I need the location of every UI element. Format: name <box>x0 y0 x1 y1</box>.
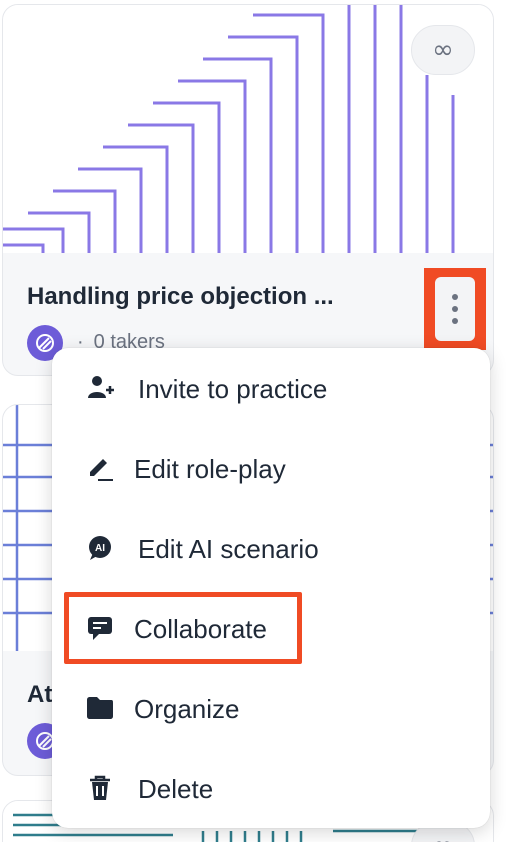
menu-item-label: Organize <box>134 694 240 724</box>
kebab-dot <box>452 318 458 324</box>
svg-text:AI: AI <box>95 543 105 554</box>
menu-item-invite[interactable]: Invite to practice <box>52 348 490 428</box>
kebab-dot <box>452 294 458 300</box>
menu-item-label: Invite to practice <box>138 374 328 404</box>
more-options-button[interactable] <box>435 277 475 341</box>
person-add-icon <box>86 374 114 402</box>
card-title[interactable]: Handling price objection ... <box>27 283 407 311</box>
unlimited-badge: ∞ <box>411 25 475 75</box>
menu-item-delete[interactable]: Delete <box>52 748 490 828</box>
menu-item-label: Edit AI scenario <box>138 534 319 564</box>
menu-item-organize[interactable]: Organize <box>52 668 490 748</box>
ai-chat-icon: AI <box>86 534 114 562</box>
menu-item-label: Edit role-play <box>134 454 286 484</box>
infinity-icon: ∞ <box>432 35 454 65</box>
menu-item-edit-ai-scenario[interactable]: AI Edit AI scenario <box>52 508 490 588</box>
menu-item-edit-roleplay[interactable]: Edit role-play <box>52 428 490 508</box>
menu-item-label: Delete <box>138 774 214 804</box>
collaborate-highlight <box>64 592 302 664</box>
more-options-highlight <box>424 268 486 350</box>
folder-icon <box>86 694 114 722</box>
trash-icon <box>86 774 114 802</box>
pencil-icon <box>86 454 114 482</box>
infinity-icon: ∞ <box>432 831 454 842</box>
kebab-dot <box>452 306 458 312</box>
card-actions-menu: Invite to practice Edit role-play AI Edi… <box>52 348 490 828</box>
roleplay-card[interactable]: ∞ Handling price objection ... · 0 takers <box>2 4 494 376</box>
